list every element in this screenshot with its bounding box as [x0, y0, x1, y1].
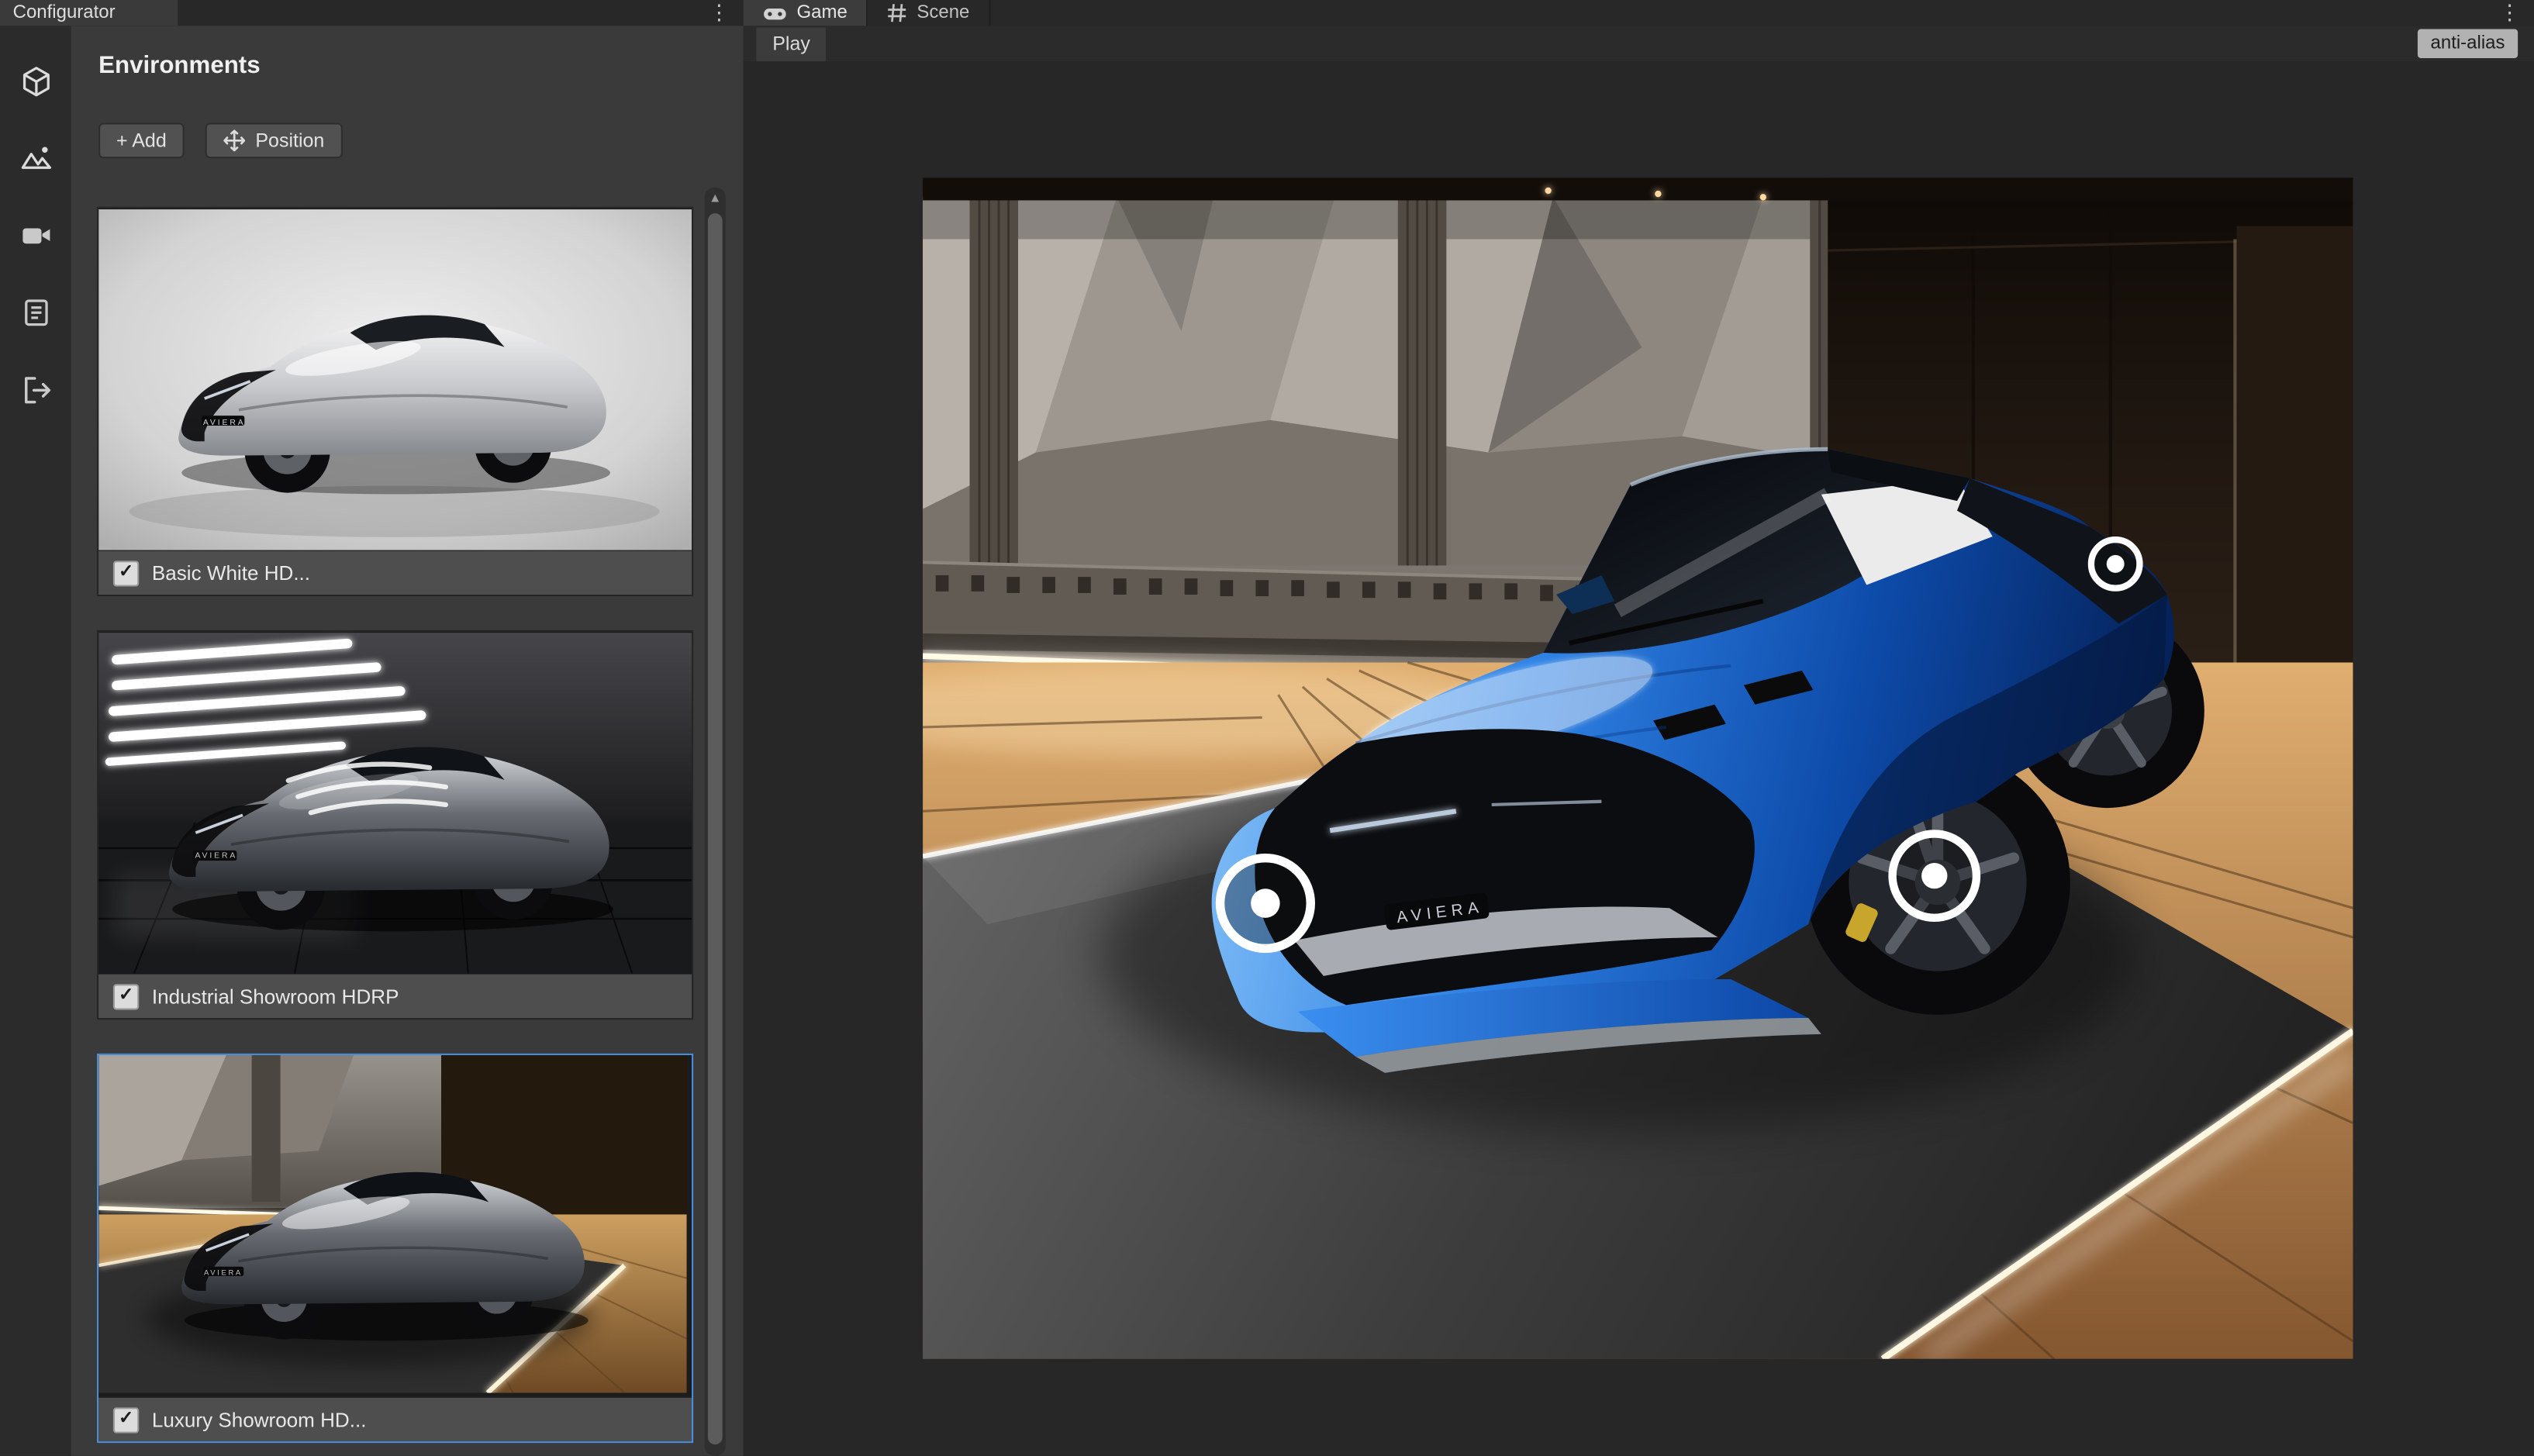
environment-checkbox[interactable]: ✓: [113, 560, 139, 585]
environment-label-bar: ✓ Luxury Showroom HD...: [98, 1398, 692, 1441]
environment-card-basic-white[interactable]: AVIERA ✓ Basic White HD...: [97, 207, 693, 596]
game-toolbar: Play anti-alias: [744, 26, 2534, 63]
play-button[interactable]: Play: [756, 27, 826, 61]
panel-title: Environments: [98, 52, 260, 79]
car-badge-text: AVIERA: [203, 419, 246, 427]
car-badge-text: AVIERA: [204, 1269, 243, 1278]
checkmark: ✓: [119, 564, 133, 581]
hotspot-rear-fender[interactable]: [2091, 540, 2140, 588]
tab-scene-label: Scene: [917, 3, 969, 22]
environment-card-luxury[interactable]: AVIERA ✓ Luxury Showroom HD...: [97, 1054, 693, 1443]
environment-label: Industrial Showroom HDRP: [152, 985, 399, 1007]
environment-checkbox[interactable]: ✓: [113, 1406, 139, 1432]
position-button[interactable]: Position: [205, 122, 343, 158]
panel-toolbar: + Add Position: [98, 122, 342, 158]
exit-icon[interactable]: [0, 357, 71, 422]
hotspot-front-wheel[interactable]: [1893, 833, 1976, 917]
environment-label-bar: ✓ Basic White HD...: [98, 551, 692, 595]
panel-menu-button[interactable]: ⋮: [706, 0, 732, 26]
anti-alias-toggle[interactable]: anti-alias: [2418, 29, 2518, 59]
environment-label-bar: ✓ Industrial Showroom HDRP: [98, 975, 692, 1018]
environment-label: Luxury Showroom HD...: [152, 1408, 367, 1430]
environment-thumbnail: AVIERA: [98, 209, 692, 551]
hotspot-front-bumper[interactable]: [1220, 858, 1311, 949]
move-icon: [223, 129, 246, 152]
tab-game-label: Game: [797, 3, 848, 22]
environment-label: Basic White HD...: [152, 561, 310, 584]
game-viewport[interactable]: AVIERA: [744, 61, 2534, 1456]
rendered-scene: AVIERA: [923, 178, 2353, 1359]
camera-icon[interactable]: [0, 202, 71, 267]
grid-icon: [888, 3, 907, 22]
car-badge-text: AVIERA: [195, 851, 238, 860]
tool-sidebar: [0, 26, 73, 1455]
scrollbar-up-arrow[interactable]: ▲: [705, 191, 726, 205]
gamepad-icon: [763, 4, 787, 22]
environment-thumbnail: AVIERA: [98, 1055, 692, 1398]
add-button[interactable]: + Add: [98, 122, 185, 158]
environment-card-industrial[interactable]: AVIERA ✓ Industrial Showroom HDRP: [97, 630, 693, 1020]
app-window: Configurator ⋮: [0, 0, 2534, 1456]
tab-scene[interactable]: Scene: [868, 0, 991, 26]
checkmark: ✓: [119, 987, 133, 1005]
game-view-menu-button[interactable]: ⋮: [2497, 0, 2522, 26]
notes-icon[interactable]: [0, 280, 71, 344]
tab-configurator[interactable]: Configurator: [0, 0, 178, 26]
environment-thumbnail: AVIERA: [98, 632, 692, 975]
position-button-label: Position: [255, 129, 324, 152]
environment-checkbox[interactable]: ✓: [113, 983, 139, 1009]
environment-icon[interactable]: [0, 126, 71, 191]
view-tab-bar: Game Scene: [744, 0, 2534, 26]
checkmark: ✓: [119, 1410, 133, 1428]
tab-game[interactable]: Game: [744, 0, 868, 26]
scrollbar-thumb[interactable]: [708, 213, 723, 1444]
environments-panel: Environments + Add Position: [71, 26, 744, 1455]
package-icon[interactable]: [0, 49, 71, 113]
